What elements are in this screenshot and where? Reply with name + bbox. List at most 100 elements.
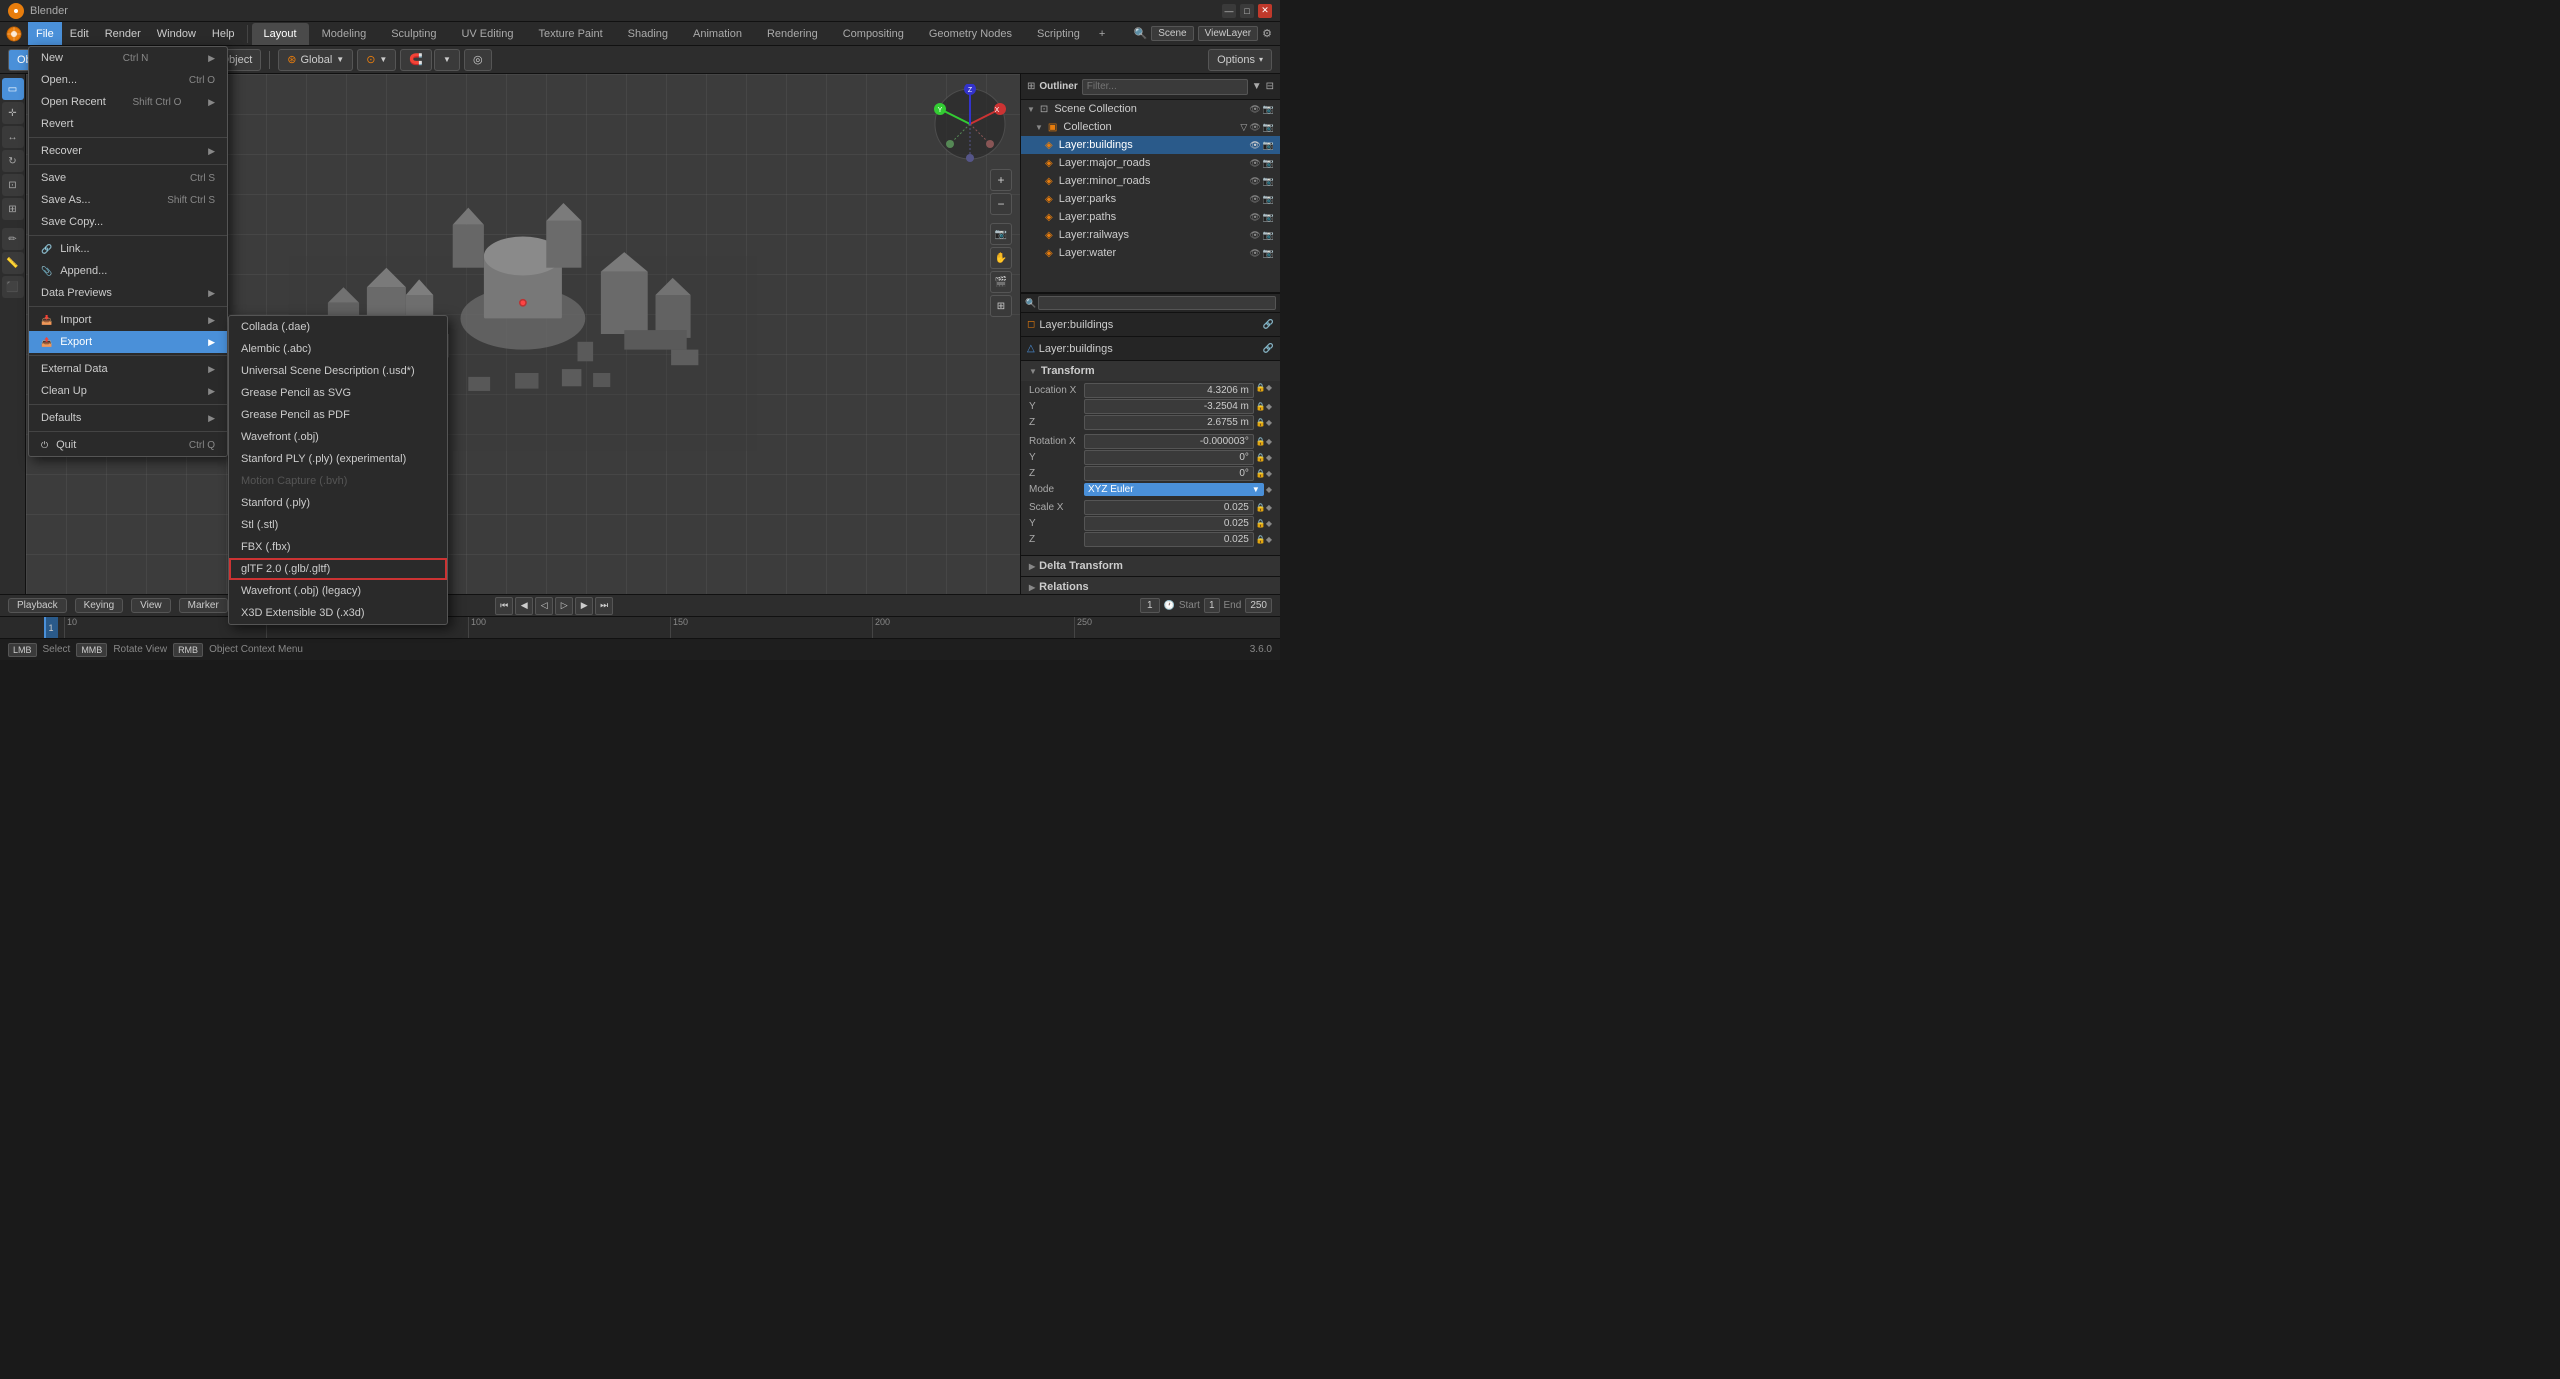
start-frame-field[interactable]: 1 (1204, 598, 1220, 613)
props-search-input[interactable] (1038, 296, 1276, 310)
rotation-mode-anim[interactable]: ◆ (1266, 485, 1272, 494)
zoom-out-button[interactable]: − (990, 193, 1012, 215)
export-fbx[interactable]: FBX (.fbx) (229, 536, 447, 558)
collection-funnel-icon[interactable]: ▽ (1240, 122, 1247, 133)
navigation-gizmo[interactable]: X Y Z (930, 84, 1010, 164)
tab-layout[interactable]: Layout (252, 23, 309, 45)
scale-z-anim[interactable]: ◆ (1266, 535, 1272, 544)
layer-parks-camera[interactable]: 📷 (1263, 194, 1274, 205)
location-x-field[interactable]: 4.3206 m (1084, 383, 1254, 398)
object-link-icon[interactable]: 🔗 (1263, 319, 1274, 330)
menu-export[interactable]: 📤 Export ▶ (29, 331, 227, 353)
menu-recover[interactable]: Recover ▶ (29, 140, 227, 162)
location-z-lock[interactable]: 🔒 (1256, 418, 1266, 427)
export-wavefront-legacy[interactable]: Wavefront (.obj) (legacy) (229, 580, 447, 602)
menu-external-data[interactable]: External Data ▶ (29, 358, 227, 380)
marker-btn[interactable]: Marker (179, 598, 228, 613)
rotate-tool[interactable]: ↻ (2, 150, 24, 172)
rotation-x-lock[interactable]: 🔒 (1256, 437, 1266, 446)
delta-transform-header[interactable]: ▶ Delta Transform (1021, 556, 1280, 576)
layer-paths-camera[interactable]: 📷 (1263, 212, 1274, 223)
tab-modeling[interactable]: Modeling (310, 23, 379, 45)
tab-rendering[interactable]: Rendering (755, 23, 830, 45)
render-menu-item[interactable]: Render (97, 22, 149, 45)
rotation-y-anim[interactable]: ◆ (1266, 453, 1272, 462)
location-y-anim[interactable]: ◆ (1266, 402, 1272, 411)
collection-eye-icon[interactable]: 👁 (1249, 122, 1260, 133)
menu-clean-up[interactable]: Clean Up ▶ (29, 380, 227, 402)
scale-y-field[interactable]: 0.025 (1084, 516, 1254, 531)
transform-section-header[interactable]: ▼ Transform (1021, 361, 1280, 381)
layer-railways-eye[interactable]: 👁 (1249, 230, 1260, 241)
layer-water-eye[interactable]: 👁 (1249, 248, 1260, 259)
outliner-options-icon[interactable]: ⊟ (1266, 81, 1274, 92)
export-alembic[interactable]: Alembic (.abc) (229, 338, 447, 360)
scale-y-lock[interactable]: 🔒 (1256, 519, 1266, 528)
layer-railways-camera[interactable]: 📷 (1263, 230, 1274, 241)
scene-restrict-render-icon[interactable]: 📷 (1263, 104, 1274, 115)
location-y-lock[interactable]: 🔒 (1256, 402, 1266, 411)
rotation-z-field[interactable]: 0° (1084, 466, 1254, 481)
tab-scripting[interactable]: Scripting (1025, 23, 1092, 45)
measure-tool[interactable]: 📏 (2, 252, 24, 274)
scale-tool[interactable]: ⊡ (2, 174, 24, 196)
layer-major-roads-eye[interactable]: 👁 (1249, 158, 1260, 169)
step-forward-button[interactable]: ▶ (575, 597, 593, 615)
menu-revert[interactable]: Revert (29, 113, 227, 135)
rotation-mode-selector[interactable]: XYZ Euler ▼ (1084, 483, 1264, 496)
play-button[interactable]: ▷ (555, 597, 573, 615)
step-back-button[interactable]: ◀ (515, 597, 533, 615)
layer-minor-roads-item[interactable]: ◈ Layer:minor_roads 👁 📷 (1021, 172, 1280, 190)
menu-save-copy[interactable]: Save Copy... (29, 211, 227, 233)
scene-icon[interactable]: ⊞ (990, 295, 1012, 317)
location-z-field[interactable]: 2.6755 m (1084, 415, 1254, 430)
layer-minor-roads-camera[interactable]: 📷 (1263, 176, 1274, 187)
app-menu-button[interactable] (0, 22, 28, 45)
tab-sculpting[interactable]: Sculpting (379, 23, 448, 45)
layer-buildings-item[interactable]: ◈ Layer:buildings 👁 📷 (1021, 136, 1280, 154)
view-btn[interactable]: View (131, 598, 171, 613)
end-frame-field[interactable]: 250 (1245, 598, 1272, 613)
pivot-selector[interactable]: ⊙ ▼ (357, 49, 396, 71)
menu-quit[interactable]: ⏻ Quit Ctrl Q (29, 434, 227, 456)
scene-selector[interactable]: Scene (1151, 26, 1193, 41)
select-tool[interactable]: ▭ (2, 78, 24, 100)
layer-water-camera[interactable]: 📷 (1263, 248, 1274, 259)
layer-major-roads-camera[interactable]: 📷 (1263, 158, 1274, 169)
annotate-tool[interactable]: ✏ (2, 228, 24, 250)
scale-x-anim[interactable]: ◆ (1266, 503, 1272, 512)
cursor-tool[interactable]: ✛ (2, 102, 24, 124)
rotation-x-field[interactable]: -0.000003° (1084, 434, 1254, 449)
export-x3d[interactable]: X3D Extensible 3D (.x3d) (229, 602, 447, 624)
export-stanford-ply-exp[interactable]: Stanford PLY (.ply) (experimental) (229, 448, 447, 470)
layer-water-item[interactable]: ◈ Layer:water 👁 📷 (1021, 244, 1280, 262)
collection-item[interactable]: ▼ ▣ Collection ▽ 👁 📷 (1021, 118, 1280, 136)
layer-paths-item[interactable]: ◈ Layer:paths 👁 📷 (1021, 208, 1280, 226)
tab-geometry-nodes[interactable]: Geometry Nodes (917, 23, 1024, 45)
menu-save-as[interactable]: Save As... Shift Ctrl S (29, 189, 227, 211)
scale-x-field[interactable]: 0.025 (1084, 500, 1254, 515)
menu-save[interactable]: Save Ctrl S (29, 167, 227, 189)
scale-z-lock[interactable]: 🔒 (1256, 535, 1266, 544)
menu-append[interactable]: 📎 Append... (29, 260, 227, 282)
scene-restrict-viewport-icon[interactable]: 👁 (1249, 104, 1260, 115)
file-menu-item[interactable]: File (28, 22, 62, 45)
tab-texture-paint[interactable]: Texture Paint (526, 23, 614, 45)
window-menu-item[interactable]: Window (149, 22, 204, 45)
pan-button[interactable]: ✋ (990, 247, 1012, 269)
rotation-y-lock[interactable]: 🔒 (1256, 453, 1266, 462)
jump-start-button[interactable]: ⏮ (495, 597, 513, 615)
menu-open-recent[interactable]: Open Recent Shift Ctrl O ▶ (29, 91, 227, 113)
rotation-x-anim[interactable]: ◆ (1266, 437, 1272, 446)
location-y-field[interactable]: -3.2504 m (1084, 399, 1254, 414)
reverse-play-button[interactable]: ◁ (535, 597, 553, 615)
collection-camera-icon[interactable]: 📷 (1263, 122, 1274, 133)
layer-minor-roads-eye[interactable]: 👁 (1249, 176, 1260, 187)
camera-view-button[interactable]: 📷 (990, 223, 1012, 245)
zoom-in-button[interactable]: + (990, 169, 1012, 191)
rotation-z-anim[interactable]: ◆ (1266, 469, 1272, 478)
layer-paths-eye[interactable]: 👁 (1249, 212, 1260, 223)
menu-import[interactable]: 📥 Import ▶ (29, 309, 227, 331)
maximize-button[interactable]: □ (1240, 4, 1254, 18)
export-grease-pdf[interactable]: Grease Pencil as PDF (229, 404, 447, 426)
